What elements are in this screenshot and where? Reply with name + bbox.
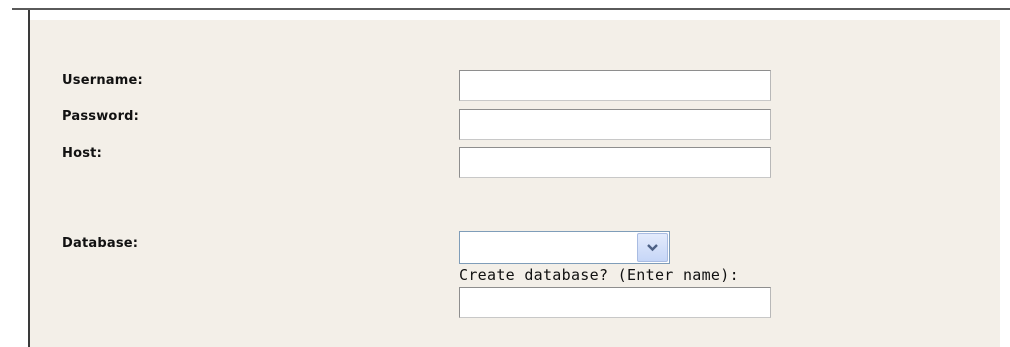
database-dropdown-button[interactable]	[637, 233, 668, 262]
database-select[interactable]	[459, 231, 670, 264]
create-database-hint: Create database? (Enter name):	[459, 266, 739, 284]
host-label: Host:	[62, 146, 102, 161]
username-label: Username:	[62, 73, 143, 88]
new-database-name-field[interactable]	[459, 287, 771, 318]
chevron-down-icon	[647, 244, 658, 252]
host-field[interactable]	[459, 147, 771, 178]
password-field[interactable]	[459, 109, 771, 140]
form-window: Username: Password: Host: Database: Crea…	[0, 0, 1010, 347]
password-label: Password:	[62, 109, 140, 124]
database-label: Database:	[62, 236, 139, 251]
window-top-border	[12, 8, 1010, 10]
username-field[interactable]	[459, 70, 771, 101]
